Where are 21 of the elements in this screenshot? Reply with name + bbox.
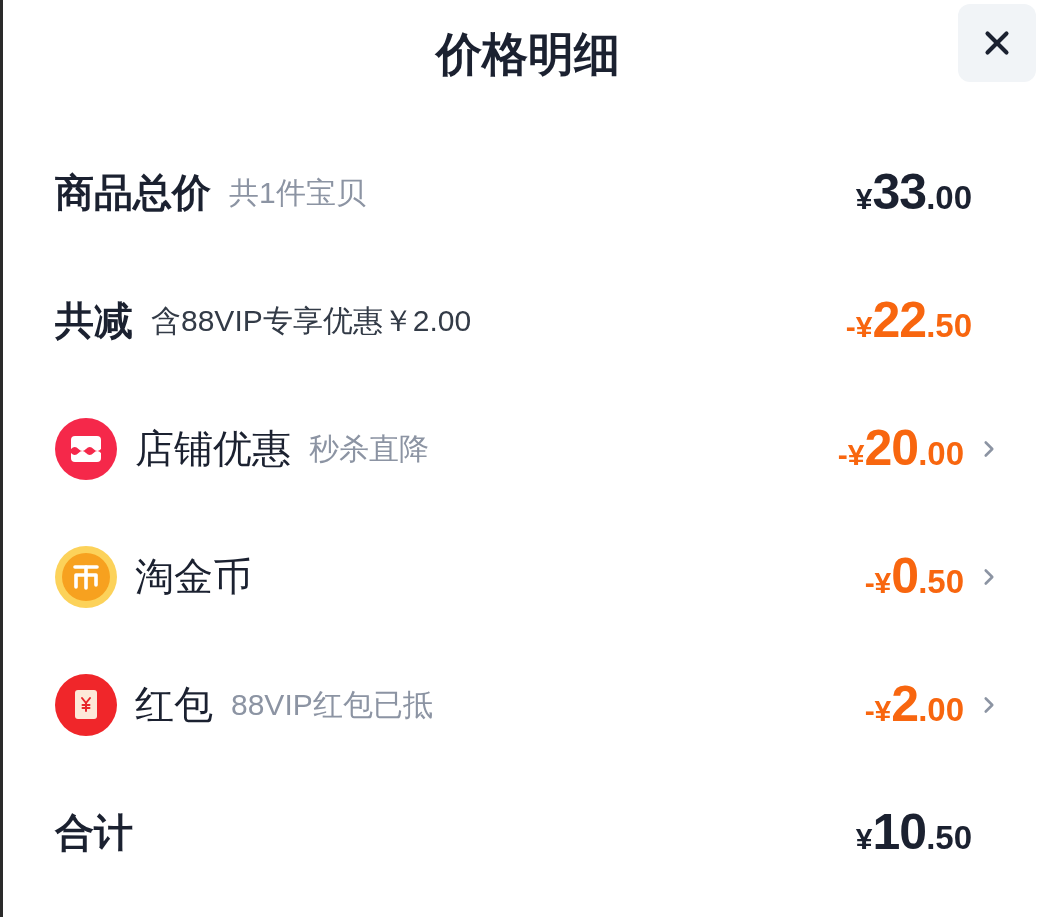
shop-icon <box>55 418 117 480</box>
envelope-icon <box>55 674 117 736</box>
coin-icon <box>55 546 117 608</box>
row-note: 含88VIP专享优惠￥2.00 <box>151 303 472 339</box>
dialog-title: 价格明细 <box>435 27 620 82</box>
close-button[interactable] <box>958 4 1036 82</box>
row-label: 淘金币 <box>135 554 252 600</box>
row-label: 店铺优惠 <box>135 426 291 472</box>
row-label: 合计 <box>55 810 133 856</box>
row-label: 共减 <box>55 298 133 344</box>
price-amount: ¥10.50 <box>855 803 972 862</box>
price-amount: -¥20.00 <box>837 419 964 478</box>
price-amount: -¥0.50 <box>864 547 964 606</box>
row-note: 88VIP红包已抵 <box>231 687 433 723</box>
row-note: 共1件宝贝 <box>229 175 366 211</box>
row-note: 秒杀直降 <box>309 431 429 467</box>
row-label: 商品总价 <box>55 170 211 216</box>
price-amount: ¥33.00 <box>855 163 972 222</box>
row-label: 红包 <box>135 682 213 728</box>
price-amount: -¥22.50 <box>845 291 972 350</box>
price-amount: -¥2.00 <box>864 675 964 734</box>
